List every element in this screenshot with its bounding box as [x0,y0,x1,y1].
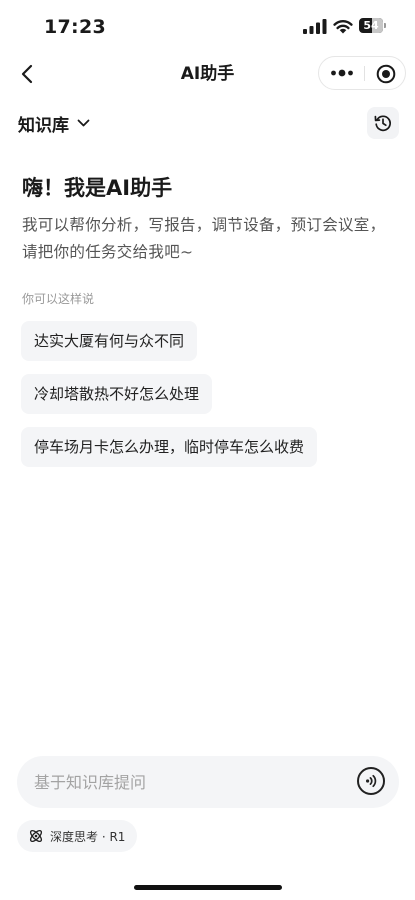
chevron-down-icon [77,119,90,127]
deep-think-toggle[interactable]: 深度思考 · R1 [17,820,138,852]
knowledge-base-selector[interactable]: 知识库 [18,110,90,136]
history-button[interactable] [367,107,399,139]
suggestion-chip[interactable]: 停车场月卡怎么办理，临时停车怎么收费 [21,427,318,467]
home-indicator [134,885,282,890]
voice-icon [366,774,377,788]
close-button[interactable] [376,64,396,84]
capsule-divider [364,66,365,81]
wifi-icon [333,20,353,34]
history-icon [374,115,391,132]
battery-level-text: 54 [363,19,379,32]
question-input-container [17,756,399,808]
more-button[interactable] [329,64,355,82]
knowledge-base-label: 知识库 [18,115,69,136]
suggestion-hint: 你可以这样说 [22,292,95,306]
deep-think-icon [29,829,43,843]
signal-icon [303,19,327,34]
status-time: 17:23 [44,16,106,38]
deep-think-label: 深度思考 · R1 [50,829,126,844]
voice-input-button[interactable] [357,767,385,795]
battery-icon: 54 [359,18,387,34]
mini-program-capsule [318,56,406,90]
close-target-icon [376,64,396,84]
more-icon [331,69,353,77]
greeting-intro: 我可以帮你分析，写报告，调节设备，预订会议室，请把你的任务交给我吧~ [22,216,386,261]
suggestion-chip[interactable]: 达实大厦有何与众不同 [21,321,198,361]
question-input[interactable] [34,756,344,808]
greeting-title: 嗨！我是AI助手 [22,176,173,200]
suggestion-chip[interactable]: 冷却塔散热不好怎么处理 [21,374,213,414]
